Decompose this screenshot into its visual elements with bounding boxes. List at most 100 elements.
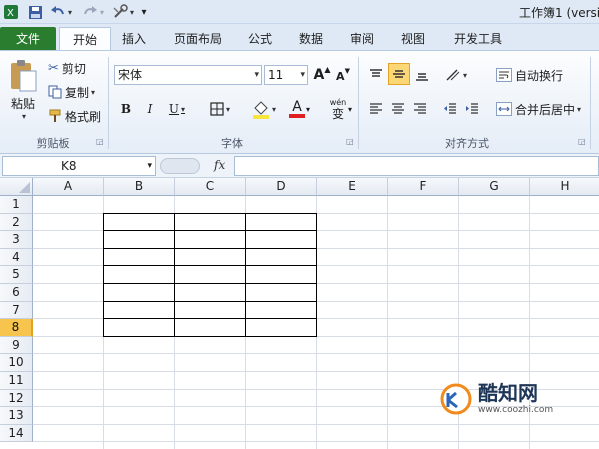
row-header-1[interactable]: 1 (0, 196, 33, 214)
tab-insert[interactable]: 插入 (114, 27, 154, 51)
row-header-2[interactable]: 2 (0, 213, 33, 232)
column-header-c[interactable]: C (175, 178, 246, 196)
title-bar: X ▾ ▾ ▾ ▾ 工作簿1 (versio (0, 0, 599, 24)
align-top-button[interactable] (366, 65, 386, 85)
increase-indent-button[interactable] (462, 99, 482, 119)
borders-icon (210, 102, 224, 116)
formula-bar: K8 ▾ fx (0, 154, 599, 178)
column-header-e[interactable]: E (317, 178, 388, 196)
copy-dropdown-icon: ▾ (91, 87, 96, 97)
tab-view[interactable]: 视图 (393, 27, 433, 51)
row-header-12[interactable]: 12 (0, 389, 33, 408)
grow-font-button[interactable]: A ▲ (313, 65, 331, 85)
customize-qat-icon[interactable]: ▾ (138, 3, 150, 21)
tab-file[interactable]: 文件 (0, 27, 56, 51)
row-header-10[interactable]: 10 (0, 354, 33, 372)
underline-button[interactable]: U ▾ (163, 99, 191, 119)
alignment-group-label: 对齐方式 (445, 137, 489, 150)
align-middle-button[interactable] (388, 63, 410, 85)
merge-center-button[interactable]: 合并后居中 ▾ (496, 99, 581, 119)
merge-center-icon (496, 102, 512, 116)
row-header-9[interactable]: 9 (0, 336, 33, 355)
tab-home[interactable]: 开始 (59, 27, 111, 51)
clipboard-launcher-icon[interactable]: ◲ (96, 138, 104, 146)
window-title: 工作簿1 (versio (519, 6, 599, 20)
tab-review[interactable]: 审阅 (342, 27, 382, 51)
column-header-b[interactable]: B (104, 178, 175, 196)
align-bottom-button[interactable] (412, 65, 432, 85)
row-header-8[interactable]: 8 (0, 319, 33, 337)
table-border-horizontal (104, 335, 317, 337)
column-header-d[interactable]: D (246, 178, 317, 196)
redo-icon[interactable]: ▾ (80, 3, 106, 21)
column-header-g[interactable]: G (459, 178, 530, 196)
insert-function-icon[interactable]: fx (214, 158, 225, 172)
column-header-h[interactable]: H (530, 178, 599, 196)
font-group-label: 字体 (221, 137, 243, 150)
gridline-horizontal (33, 371, 599, 372)
group-divider (590, 57, 591, 149)
shrink-font-button[interactable]: A ▼ (335, 67, 351, 85)
table-border-vertical (103, 212, 104, 337)
format-painter-button[interactable]: 格式刷 (48, 107, 101, 125)
italic-icon: I (147, 102, 153, 116)
align-bottom-icon (416, 73, 428, 81)
alignment-launcher-icon[interactable]: ◲ (578, 138, 586, 146)
gridline-horizontal (33, 353, 599, 355)
italic-button[interactable]: I (140, 99, 160, 119)
tab-formulas[interactable]: 公式 (240, 27, 280, 51)
font-color-swatch (289, 114, 305, 118)
row-header-6[interactable]: 6 (0, 284, 33, 302)
orientation-button[interactable]: ▾ (442, 65, 470, 85)
font-launcher-icon[interactable]: ◲ (346, 138, 354, 146)
font-size-combo[interactable]: 11 ▾ (264, 65, 308, 85)
row-header-7[interactable]: 7 (0, 301, 33, 320)
phonetic-dropdown-icon[interactable]: ▾ (346, 103, 354, 115)
tab-developer[interactable]: 开发工具 (446, 27, 510, 51)
borders-button[interactable]: ▾ (205, 99, 235, 119)
save-icon[interactable] (26, 3, 44, 21)
decrease-indent-button[interactable] (440, 99, 460, 119)
ribbon-home: 粘贴 ▾ ✂ 剪切 复制 ▾ 格式刷 剪贴板 ◲ 宋体 ▾ 11 ▾ A ▲ A ▼… (0, 50, 599, 154)
font-color-dropdown-icon[interactable]: ▾ (304, 103, 312, 115)
undo-icon[interactable]: ▾ (48, 3, 74, 21)
watermark: 酷知网 www.coozhi.com (436, 375, 586, 425)
tab-page-layout[interactable]: 页面布局 (166, 27, 230, 51)
name-box[interactable]: K8 ▾ (2, 156, 156, 176)
align-right-button[interactable] (410, 99, 430, 119)
tools-icon[interactable]: ▾ (110, 3, 136, 21)
copy-button[interactable]: 复制 ▾ (48, 83, 95, 101)
column-header-a[interactable]: A (33, 178, 104, 196)
paste-dropdown-icon: ▾ (21, 112, 26, 121)
clipboard-icon (11, 60, 37, 92)
row-header-13[interactable]: 13 (0, 407, 33, 425)
chevron-down-icon: ▾ (254, 70, 259, 80)
formula-input[interactable] (234, 156, 599, 176)
bold-button[interactable]: B (116, 99, 136, 119)
table-border-horizontal (104, 265, 317, 267)
cut-button[interactable]: ✂ 剪切 (48, 59, 86, 77)
row-header-14[interactable]: 14 (0, 424, 33, 443)
wrap-text-button[interactable]: 自动换行 (496, 65, 563, 85)
row-header-5[interactable]: 5 (0, 266, 33, 284)
excel-logo-icon[interactable]: X (2, 3, 20, 21)
align-left-button[interactable] (366, 99, 386, 119)
column-header-f[interactable]: F (388, 178, 459, 196)
svg-text:X: X (7, 8, 14, 19)
font-name-combo[interactable]: 宋体 ▾ (114, 65, 262, 85)
row-header-11[interactable]: 11 (0, 372, 33, 390)
fill-color-button[interactable]: ▾ (248, 97, 280, 121)
formula-bar-splitter[interactable] (160, 158, 200, 174)
paste-button[interactable]: 粘贴 ▾ (4, 55, 42, 125)
chevron-down-icon: ▾ (147, 161, 152, 171)
table-border-horizontal (104, 318, 317, 320)
row-header-3[interactable]: 3 (0, 231, 33, 249)
font-name-value: 宋体 (118, 68, 143, 82)
select-all-corner[interactable] (0, 178, 33, 196)
tab-data[interactable]: 数据 (291, 27, 331, 51)
table-border-vertical (245, 212, 246, 337)
align-center-button[interactable] (388, 99, 408, 119)
table-border-vertical (316, 212, 317, 337)
watermark-url: www.coozhi.com (478, 405, 554, 415)
row-header-4[interactable]: 4 (0, 248, 33, 267)
